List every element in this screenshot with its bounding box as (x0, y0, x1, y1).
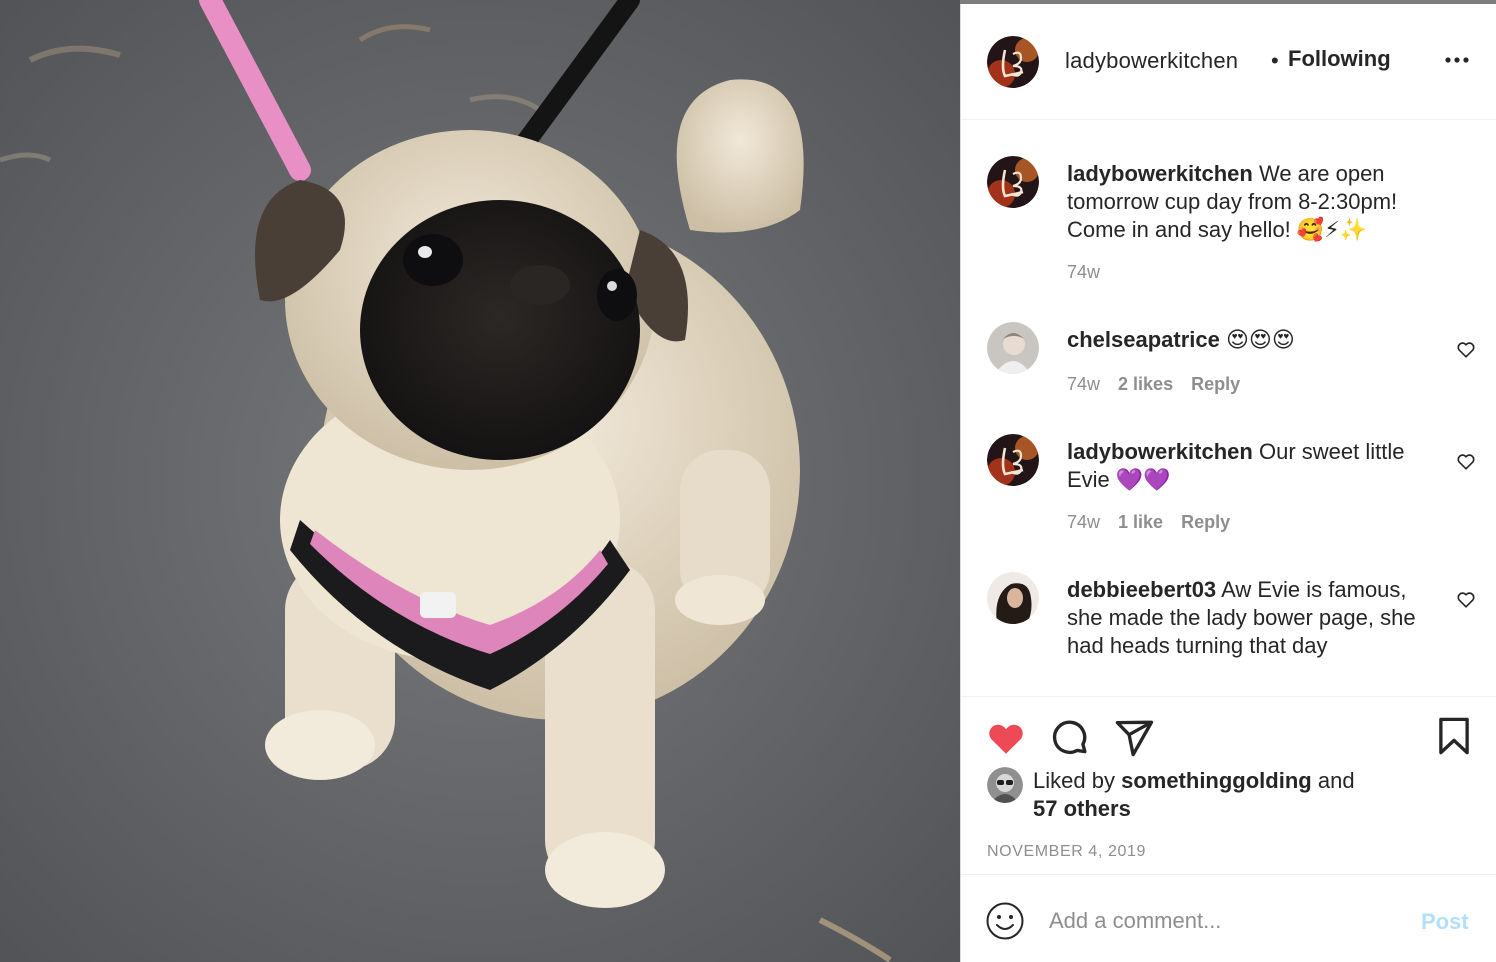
comment-likes[interactable]: 2 likes (1118, 374, 1173, 394)
comment-username[interactable]: ladybowerkitchen (1067, 439, 1253, 464)
header-username[interactable]: ladybowerkitchen (1065, 48, 1238, 74)
share-icon[interactable] (1113, 717, 1155, 759)
comment-time[interactable]: 74w (1067, 512, 1100, 532)
emoji-icon[interactable] (985, 901, 1025, 941)
pug-photo-image (0, 0, 960, 962)
bookmark-icon[interactable] (1433, 715, 1475, 757)
ladybowerkitchen-avatar[interactable] (987, 434, 1039, 486)
heart-outline-icon[interactable] (1455, 338, 1477, 360)
chelseapatrice-avatar[interactable] (987, 322, 1039, 374)
ladybowerkitchen-avatar[interactable] (987, 156, 1039, 208)
heart-outline-icon[interactable] (1455, 588, 1477, 610)
comment-username[interactable]: chelseapatrice (1067, 327, 1220, 352)
user-photo-icon (987, 767, 1023, 803)
somethinggolding-avatar[interactable] (987, 767, 1023, 803)
heart-outline-icon[interactable] (1455, 450, 1477, 472)
user-photo-icon (987, 572, 1039, 624)
comment-likes[interactable]: 1 like (1118, 512, 1163, 532)
brand-logo-icon (987, 36, 1039, 88)
post-button[interactable]: Post (1421, 909, 1469, 935)
liked-by-text: Liked by somethinggolding and 57 others (1033, 767, 1453, 823)
ladybowerkitchen-avatar[interactable] (987, 36, 1039, 88)
post-details-panel: ladybowerkitchen • Following ladybowerki… (960, 4, 1496, 962)
caption-username[interactable]: ladybowerkitchen (1067, 161, 1253, 186)
comment-meta: 74w 2 likes Reply (1067, 374, 1258, 395)
post-header: ladybowerkitchen • Following (961, 4, 1496, 120)
post-date[interactable]: NOVEMBER 4, 2019 (987, 843, 1146, 861)
likes-count-link[interactable]: 57 others (1033, 796, 1131, 821)
header-separator: • (1271, 48, 1279, 73)
comment-input[interactable] (1049, 903, 1389, 939)
heart-filled-icon[interactable] (985, 717, 1027, 759)
post-actions: Liked by somethinggolding and 57 others N… (961, 696, 1496, 876)
brand-logo-icon (987, 156, 1039, 208)
user-photo-icon (987, 322, 1039, 374)
comment-icon[interactable] (1049, 717, 1091, 759)
brand-logo-icon (987, 434, 1039, 486)
caption-meta: 74w (1067, 262, 1118, 283)
post-photo[interactable] (0, 0, 960, 962)
comments-list[interactable]: ladybowerkitchen We are open tomorrow cu… (961, 120, 1496, 696)
debbieebert03-avatar[interactable] (987, 572, 1039, 624)
comment-body: 😍😍😍 (1226, 327, 1295, 352)
comment-text: debbieebert03 Aw Evie is famous, she mad… (1067, 576, 1447, 660)
caption-text: ladybowerkitchen We are open tomorrow cu… (1067, 160, 1447, 244)
liked-user-link[interactable]: somethinggolding (1121, 768, 1312, 793)
comment-text: chelseapatrice 😍😍😍 (1067, 326, 1447, 354)
caption-time[interactable]: 74w (1067, 262, 1100, 282)
reply-button[interactable]: Reply (1181, 512, 1230, 532)
reply-button[interactable]: Reply (1191, 374, 1240, 394)
comment-composer: Post (961, 874, 1496, 962)
liked-and: and (1317, 768, 1355, 793)
liked-prefix: Liked by (1033, 768, 1115, 793)
following-button[interactable]: Following (1288, 46, 1391, 72)
comment-meta: 74w 1 like Reply (1067, 512, 1248, 533)
ellipsis-icon[interactable] (1441, 44, 1473, 76)
comment-time[interactable]: 74w (1067, 374, 1100, 394)
comment-username[interactable]: debbieebert03 (1067, 577, 1216, 602)
comment-text: ladybowerkitchen Our sweet little Evie 💜… (1067, 438, 1447, 494)
